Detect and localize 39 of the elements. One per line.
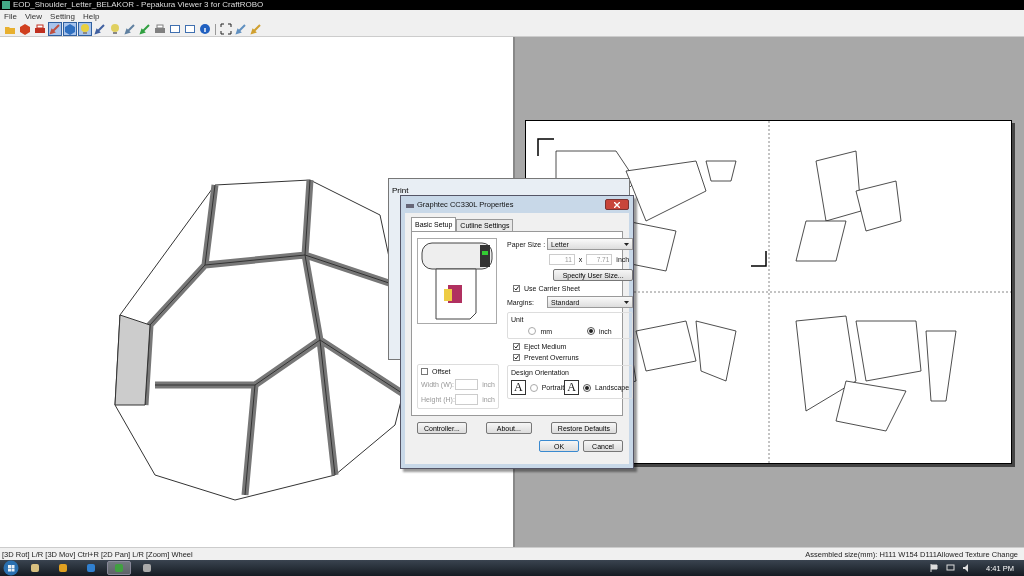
checkbox[interactable] bbox=[513, 354, 520, 361]
orientation-glyph: A bbox=[564, 380, 579, 395]
menu-item[interactable]: File bbox=[4, 11, 17, 21]
caret-icon bbox=[624, 300, 630, 304]
corners-icon bbox=[220, 23, 232, 35]
dialog-title: Print bbox=[391, 185, 410, 197]
radio-button[interactable] bbox=[586, 327, 595, 335]
lightbulb-icon bbox=[79, 23, 91, 35]
radio-button[interactable] bbox=[529, 383, 538, 392]
toolbar-button[interactable] bbox=[183, 22, 197, 36]
checkbox[interactable] bbox=[513, 343, 520, 350]
start-button[interactable] bbox=[3, 560, 19, 576]
window-title: EOD_Shoulder_Letter_BELAKOR - Pepakura Viewer 3 for CraftROBO bbox=[13, 0, 264, 10]
radio-button[interactable] bbox=[528, 327, 537, 335]
lightbulb-icon bbox=[109, 23, 121, 35]
info-icon bbox=[199, 23, 211, 35]
toolbar-button[interactable] bbox=[219, 22, 233, 36]
menu-item[interactable]: Setting bbox=[50, 11, 75, 21]
square-icon bbox=[184, 23, 196, 35]
toolbar-button[interactable] bbox=[78, 22, 92, 36]
toolbar-button[interactable] bbox=[63, 22, 77, 36]
input-field[interactable] bbox=[455, 394, 479, 405]
orientation-glyph: A bbox=[511, 380, 526, 395]
radio-button[interactable] bbox=[582, 383, 591, 392]
close-icon bbox=[614, 201, 620, 208]
menu-item[interactable]: Help bbox=[83, 11, 100, 21]
app-icon bbox=[2, 1, 10, 9]
toolbar-button[interactable] bbox=[18, 22, 32, 36]
menu-item[interactable]: View bbox=[24, 11, 43, 21]
toolbar-button[interactable] bbox=[108, 22, 122, 36]
checkbox[interactable] bbox=[513, 285, 520, 292]
checkbox[interactable] bbox=[421, 368, 428, 375]
caret-icon bbox=[624, 242, 630, 246]
toolbar-button[interactable] bbox=[198, 22, 212, 36]
close-button[interactable] bbox=[605, 199, 629, 210]
flag-icon[interactable] bbox=[930, 564, 939, 572]
square-icon bbox=[169, 23, 181, 35]
input-field[interactable] bbox=[455, 379, 479, 390]
toolbar-button[interactable] bbox=[168, 22, 182, 36]
